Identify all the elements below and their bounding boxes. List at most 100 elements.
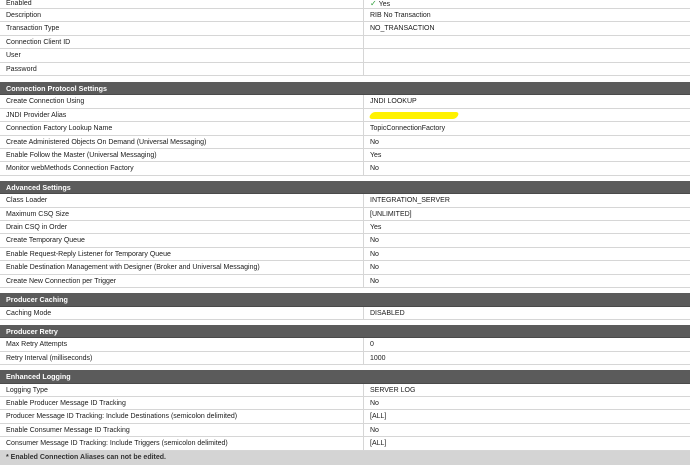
- setting-value: RIB No Transaction: [364, 9, 690, 21]
- setting-label: Transaction Type: [0, 22, 364, 35]
- setting-value-text: SERVER LOG: [370, 386, 416, 394]
- setting-row-drain-csq-in-order: Drain CSQ in Order Yes: [0, 221, 690, 235]
- setting-label: Monitor webMethods Connection Factory: [0, 162, 364, 175]
- setting-row-enable-destination-management-with-designer-broker-and-universal-messaging: Enable Destination Management with Desig…: [0, 261, 690, 275]
- setting-label: User: [0, 49, 364, 62]
- setting-row-create-administered-objects-on-demand-universal-messaging: Create Administered Objects On Demand (U…: [0, 135, 690, 150]
- footer-note: * Enabled Connection Aliases can not be …: [0, 450, 690, 465]
- setting-label: Enable Request-Reply Listener for Tempor…: [0, 247, 364, 261]
- setting-label: Enable Consumer Message ID Tracking: [0, 423, 364, 437]
- settings-sections: Connection Protocol Settings Create Conne…: [0, 81, 690, 451]
- setting-value: No: [364, 261, 690, 273]
- setting-label: Maximum CSQ Size: [0, 207, 364, 221]
- setting-label: Create New Connection per Trigger: [0, 274, 364, 288]
- setting-row-user: User: [0, 49, 690, 63]
- connection-alias-details: Enabled ✓ Yes Description RIB No Transaction…: [0, 0, 690, 465]
- setting-label: Max Retry Attempts: [0, 338, 364, 351]
- setting-value-text: JNDI LOOKUP: [370, 98, 417, 106]
- setting-label: Class Loader: [0, 194, 364, 207]
- setting-value: [364, 36, 690, 48]
- setting-value-text: Yes: [378, 1, 391, 8]
- setting-value-text: No: [370, 138, 379, 146]
- setting-value: [UNLIMITED]: [364, 208, 690, 220]
- setting-value: SERVER LOG: [364, 384, 690, 396]
- section-header-enhanced-logging: Enhanced Logging: [0, 370, 690, 384]
- setting-value: ✓ Yes: [364, 0, 690, 8]
- setting-row-maximum-csq-size: Maximum CSQ Size [UNLIMITED]: [0, 207, 690, 222]
- setting-label: Consumer Message ID Tracking: Include Tr…: [0, 437, 364, 450]
- setting-value: [364, 63, 690, 75]
- section-header-advanced-settings: Advanced Settings: [0, 180, 690, 195]
- setting-row-enabled: Enabled ✓ Yes: [0, 0, 690, 9]
- setting-row-logging-type: Logging Type SERVER LOG: [0, 383, 690, 398]
- redacted-value-highlight: [368, 111, 460, 119]
- setting-value-text: [UNLIMITED]: [370, 210, 412, 218]
- setting-value: 0: [364, 338, 690, 350]
- setting-label: Producer Message ID Tracking: Include De…: [0, 410, 364, 423]
- setting-row-consumer-message-id-tracking-include-triggers-semicolon-delimited: Consumer Message ID Tracking: Include Tr…: [0, 437, 690, 451]
- setting-row-create-temporary-queue: Create Temporary Queue No: [0, 234, 690, 248]
- setting-value: INTEGRATION_SERVER: [364, 194, 690, 206]
- setting-value-text: [ALL]: [370, 440, 387, 448]
- setting-row-retry-interval-milliseconds: Retry Interval (milliseconds) 1000: [0, 351, 690, 366]
- setting-label: Create Administered Objects On Demand (U…: [0, 135, 364, 149]
- setting-value: No: [364, 234, 690, 246]
- setting-row-caching-mode: Caching Mode DISABLED: [0, 306, 690, 320]
- setting-row-monitor-webmethods-connection-factory: Monitor webMethods Connection Factory No: [0, 162, 690, 176]
- setting-value-text: No: [370, 264, 379, 272]
- setting-value-text: No: [370, 426, 379, 434]
- setting-value-text: NO_TRANSACTION: [370, 25, 435, 33]
- setting-value-text: 0: [370, 341, 374, 349]
- setting-value: Yes: [364, 221, 690, 233]
- setting-label: JNDI Provider Alias: [0, 108, 364, 122]
- setting-value: [364, 109, 690, 121]
- setting-value: No: [364, 162, 690, 174]
- setting-row-connection-client-id: Connection Client ID: [0, 35, 690, 50]
- setting-label: Drain CSQ in Order: [0, 221, 364, 234]
- setting-value: No: [364, 424, 690, 436]
- setting-value-text: [ALL]: [370, 413, 387, 421]
- setting-value-text: No: [370, 237, 379, 245]
- setting-value: NO_TRANSACTION: [364, 22, 690, 34]
- setting-row-jndi-provider-alias: JNDI Provider Alias: [0, 108, 690, 123]
- setting-label: Enabled: [0, 0, 364, 8]
- setting-value: No: [364, 248, 690, 260]
- setting-row-description: Description RIB No Transaction: [0, 9, 690, 23]
- setting-value: Yes: [364, 149, 690, 161]
- setting-label: Logging Type: [0, 383, 364, 397]
- setting-value: TopicConnectionFactory: [364, 122, 690, 134]
- setting-label: Caching Mode: [0, 306, 364, 319]
- setting-label: Enable Follow the Master (Universal Mess…: [0, 149, 364, 162]
- setting-value-text: 1000: [370, 354, 386, 362]
- section-header-producer-caching: Producer Caching: [0, 293, 690, 307]
- setting-label: Create Temporary Queue: [0, 234, 364, 247]
- setting-value: [364, 49, 690, 61]
- setting-value-text: No: [370, 165, 379, 173]
- setting-value-text: Yes: [370, 152, 382, 160]
- setting-value-text: No: [370, 400, 379, 408]
- setting-value-text: TopicConnectionFactory: [370, 125, 446, 133]
- setting-value-text: INTEGRATION_SERVER: [370, 197, 450, 205]
- setting-row-producer-message-id-tracking-include-destinations-semicolon-delimited: Producer Message ID Tracking: Include De…: [0, 410, 690, 424]
- setting-row-enable-consumer-message-id-tracking: Enable Consumer Message ID Tracking No: [0, 423, 690, 438]
- setting-value: No: [364, 275, 690, 287]
- setting-label: Create Connection Using: [0, 95, 364, 108]
- setting-label: Enable Producer Message ID Tracking: [0, 397, 364, 410]
- setting-label: Password: [0, 62, 364, 75]
- setting-value: No: [364, 136, 690, 148]
- setting-row-transaction-type: Transaction Type NO_TRANSACTION: [0, 22, 690, 36]
- setting-row-create-new-connection-per-trigger: Create New Connection per Trigger No: [0, 274, 690, 289]
- setting-value-text: No: [370, 277, 379, 285]
- setting-value: [ALL]: [364, 410, 690, 422]
- setting-value: JNDI LOOKUP: [364, 95, 690, 107]
- section-header-producer-retry: Producer Retry: [0, 324, 690, 339]
- setting-row-create-connection-using: Create Connection Using JNDI LOOKUP: [0, 95, 690, 109]
- setting-row-enable-follow-the-master-universal-messaging: Enable Follow the Master (Universal Mess…: [0, 149, 690, 163]
- setting-value-text: DISABLED: [370, 309, 405, 317]
- setting-label: Connection Factory Lookup Name: [0, 122, 364, 135]
- setting-label: Description: [0, 9, 364, 22]
- check-icon: ✓: [370, 0, 377, 8]
- setting-value-text: RIB No Transaction: [370, 12, 431, 19]
- setting-row-class-loader: Class Loader INTEGRATION_SERVER: [0, 194, 690, 208]
- setting-row-enable-request-reply-listener-for-temporary-queue: Enable Request-Reply Listener for Tempor…: [0, 247, 690, 262]
